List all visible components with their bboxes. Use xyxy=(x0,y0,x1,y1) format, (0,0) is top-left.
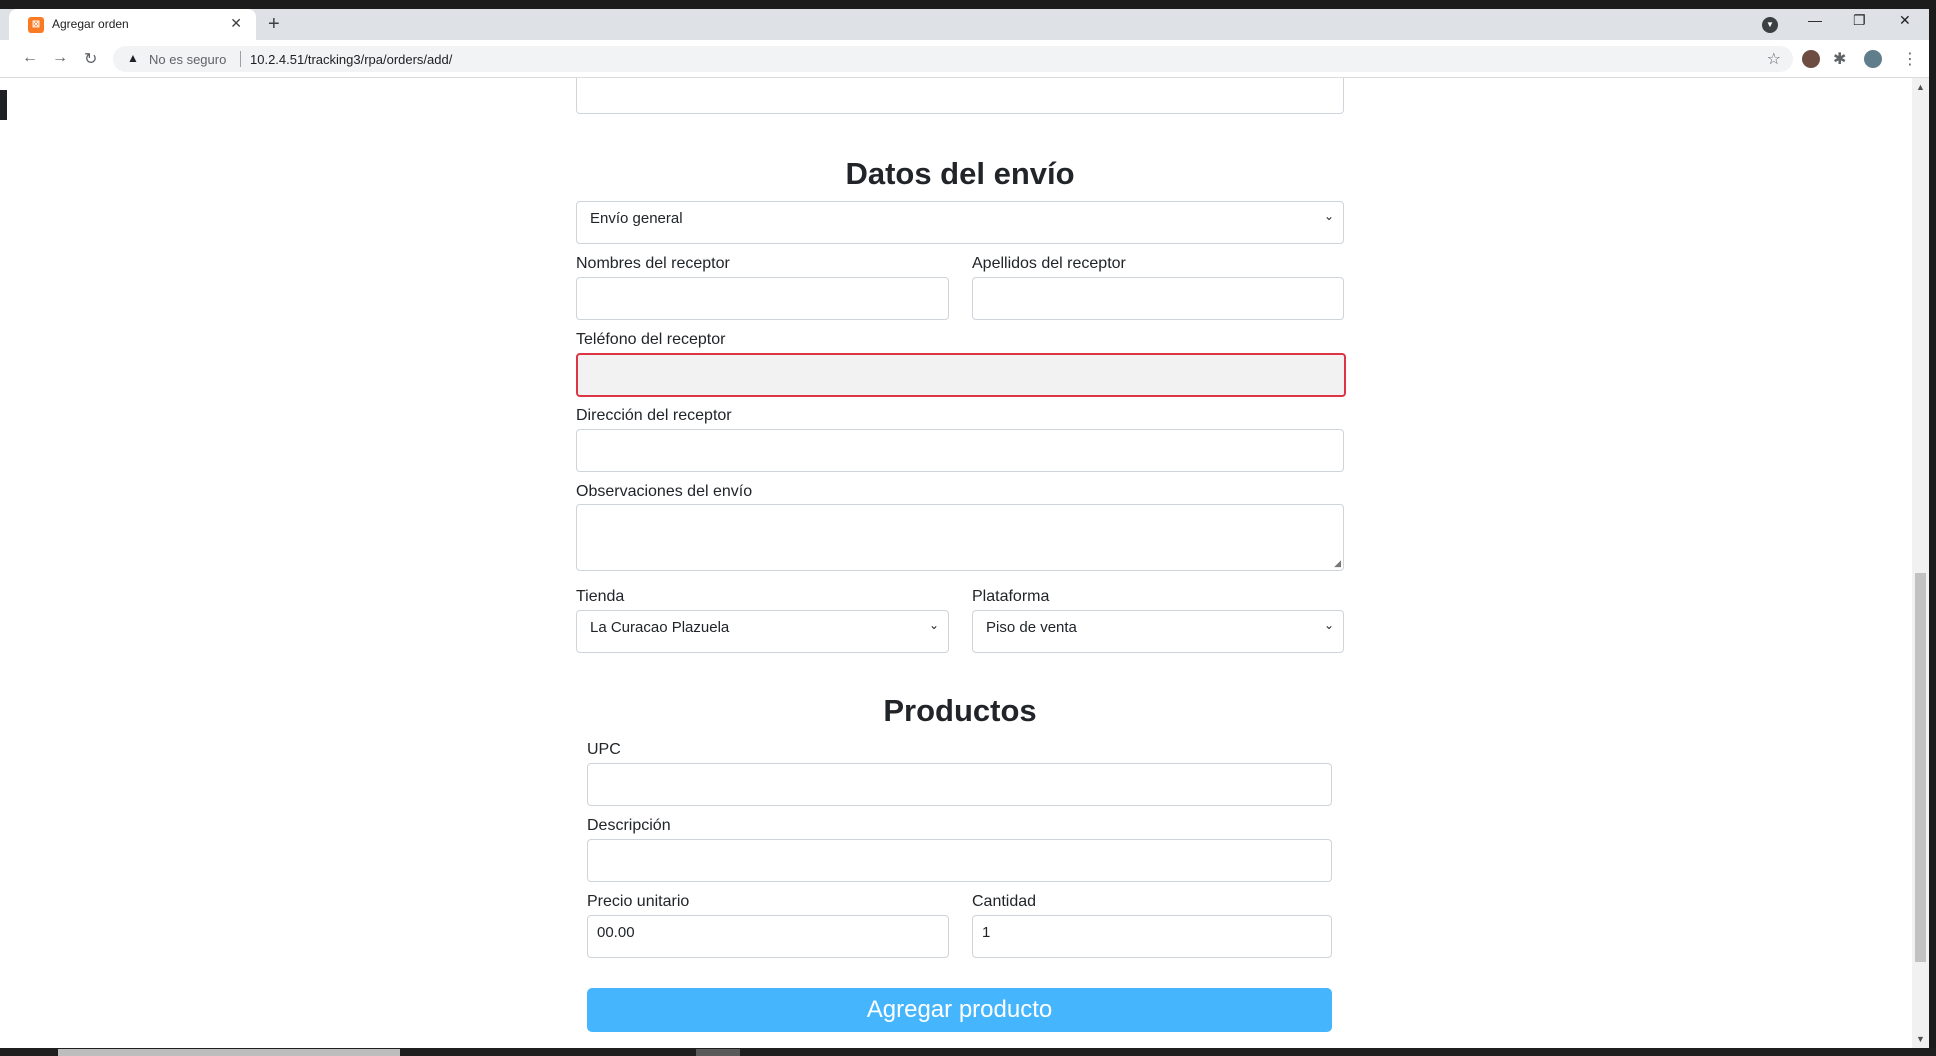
upc-input[interactable] xyxy=(587,763,1332,806)
shipping-heading: Datos del envío xyxy=(845,156,1075,191)
right-edge xyxy=(1929,0,1936,1056)
left-edge xyxy=(0,78,9,1048)
quantity-value: 1 xyxy=(982,924,991,941)
menu-kebab-icon[interactable]: ⋮ xyxy=(1902,49,1918,69)
address-bar: ← → ↻ ▲ No es seguro 10.2.4.51/tracking3… xyxy=(0,40,1936,78)
receiver-first-names-label: Nombres del receptor xyxy=(576,255,730,272)
taskbar-segment xyxy=(696,1049,740,1056)
tab-bar: ⊠ Agregar orden ✕ + ▼ — ❐ ✕ xyxy=(0,9,1936,40)
add-product-button[interactable]: Agregar producto xyxy=(587,988,1332,1032)
store-select[interactable]: La Curacao Plazuela ⌄ xyxy=(576,610,949,653)
puzzle-icon[interactable]: ✱ xyxy=(1833,49,1846,69)
shipping-notes-textarea[interactable]: ◢ xyxy=(576,504,1344,571)
unit-price-value: 00.00 xyxy=(597,924,635,941)
shipping-type-value: Envío general xyxy=(590,210,683,227)
quantity-label: Cantidad xyxy=(972,893,1037,910)
receiver-phone-input[interactable] xyxy=(576,353,1346,397)
taskbar-segment xyxy=(58,1049,400,1056)
back-arrow-icon[interactable]: ← xyxy=(22,49,38,67)
close-icon[interactable]: ✕ xyxy=(230,15,242,32)
resize-grip-icon[interactable]: ◢ xyxy=(1334,558,1341,569)
chevron-down-icon: ⌄ xyxy=(928,618,939,632)
shipping-type-select[interactable]: Envío general ⌄ xyxy=(576,201,1344,244)
left-edge-mark xyxy=(0,90,7,120)
receiver-address-label: Dirección del receptor xyxy=(576,407,732,424)
forward-arrow-icon[interactable]: → xyxy=(52,49,68,67)
unit-price-label: Precio unitario xyxy=(587,893,690,910)
security-label[interactable]: No es seguro xyxy=(149,52,226,67)
restore-icon[interactable]: ❐ xyxy=(1853,12,1866,29)
upc-label: UPC xyxy=(587,741,621,758)
scroll-down-arrow-icon[interactable]: ▼ xyxy=(1916,1034,1925,1044)
description-input[interactable] xyxy=(587,839,1332,882)
extension-icon[interactable] xyxy=(1802,50,1820,68)
platform-select[interactable]: Piso de venta ⌄ xyxy=(972,610,1344,653)
page-content: Datos del envío Envío general ⌄ Nombres … xyxy=(9,78,1912,1048)
platform-value: Piso de venta xyxy=(986,619,1077,636)
minimize-icon[interactable]: — xyxy=(1808,12,1822,28)
reload-icon[interactable]: ↻ xyxy=(84,49,97,69)
receiver-first-names-input[interactable] xyxy=(576,277,949,320)
scroll-thumb[interactable] xyxy=(1915,573,1926,962)
new-tab-button[interactable]: + xyxy=(268,13,280,36)
window-top-strip xyxy=(0,0,1936,9)
chevron-down-icon: ⌄ xyxy=(1323,209,1334,223)
bookmark-star-icon[interactable]: ☆ xyxy=(1767,49,1781,69)
store-value: La Curacao Plazuela xyxy=(590,619,730,636)
receiver-address-input[interactable] xyxy=(576,429,1344,472)
receiver-last-names-input[interactable] xyxy=(972,277,1344,320)
chevron-down-icon: ⌄ xyxy=(1323,618,1334,632)
scroll-up-arrow-icon[interactable]: ▲ xyxy=(1916,82,1925,92)
omnibox-separator xyxy=(240,51,241,67)
store-label: Tienda xyxy=(576,588,625,605)
platform-label: Plataforma xyxy=(972,588,1050,605)
tab-agregar-orden[interactable]: ⊠ Agregar orden ✕ xyxy=(9,9,256,40)
url-text[interactable]: 10.2.4.51/tracking3/rpa/orders/add/ xyxy=(250,52,452,67)
browser-window: ⊠ Agregar orden ✕ + ▼ — ❐ ✕ ← → ↻ ▲ No e… xyxy=(0,0,1936,1056)
receiver-last-names-label: Apellidos del receptor xyxy=(972,255,1126,272)
receiver-phone-label: Teléfono del receptor xyxy=(576,331,726,348)
shipping-notes-label: Observaciones del envío xyxy=(576,483,753,500)
omnibox[interactable]: ▲ No es seguro 10.2.4.51/tracking3/rpa/o… xyxy=(113,46,1793,72)
warning-icon[interactable]: ▲ xyxy=(127,51,139,65)
xampp-favicon-icon: ⊠ xyxy=(28,17,44,33)
products-heading: Productos xyxy=(883,693,1037,728)
page-scrollbar[interactable]: ▲ ▼ xyxy=(1912,78,1929,1048)
tab-title: Agregar orden xyxy=(52,17,129,31)
description-label: Descripción xyxy=(587,817,671,834)
window-close-icon[interactable]: ✕ xyxy=(1899,12,1911,29)
previous-field[interactable] xyxy=(576,78,1344,114)
avatar[interactable] xyxy=(1864,50,1882,68)
unit-price-input[interactable]: 00.00 xyxy=(587,915,949,958)
quantity-input[interactable]: 1 xyxy=(972,915,1332,958)
tab-search-icon[interactable]: ▼ xyxy=(1762,17,1778,33)
